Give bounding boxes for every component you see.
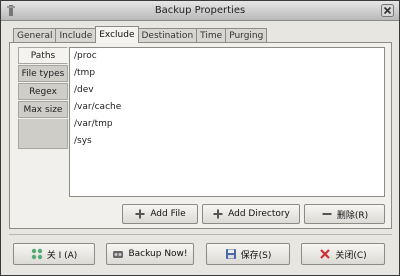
add-file-label: Add File xyxy=(150,209,186,219)
sidebar-item-max-size[interactable]: Max size xyxy=(18,101,68,118)
tab-purging[interactable]: Purging xyxy=(225,28,268,43)
add-directory-label: Add Directory xyxy=(228,209,290,219)
save-icon xyxy=(225,248,237,260)
sidebar-item-paths[interactable]: Paths xyxy=(18,47,68,64)
tab-include[interactable]: Include xyxy=(55,28,97,43)
footer-separator xyxy=(9,234,392,235)
remove-button[interactable]: 删除(R) xyxy=(304,204,385,224)
help-label: 关 I (A) xyxy=(46,250,78,261)
list-item[interactable]: /var/cache xyxy=(70,99,384,116)
backup-now-label: Backup Now! xyxy=(128,249,188,259)
save-label: 保存(S) xyxy=(240,250,272,261)
exclude-sidebar: Paths File types Regex Max size xyxy=(18,47,68,149)
tab-exclude[interactable]: Exclude xyxy=(95,26,139,43)
plus-icon xyxy=(212,208,224,220)
title-bar[interactable]: Backup Properties xyxy=(1,1,399,21)
backup-properties-window: Backup Properties General Include Exclud… xyxy=(0,0,400,276)
tab-general[interactable]: General xyxy=(13,28,57,43)
tab-destination[interactable]: Destination xyxy=(137,28,198,43)
help-button[interactable]: 关 I (A) xyxy=(13,243,95,265)
list-item[interactable]: /sys xyxy=(70,133,384,150)
list-item[interactable]: /tmp xyxy=(70,65,384,82)
backup-now-button[interactable]: Backup Now! xyxy=(106,243,194,265)
add-directory-button[interactable]: Add Directory xyxy=(202,204,300,224)
window-title: Backup Properties xyxy=(154,5,246,16)
sidebar-item-file-types[interactable]: File types xyxy=(18,65,68,82)
window-close-icon[interactable] xyxy=(381,4,394,17)
minus-icon xyxy=(321,208,333,220)
close-label: 关闭(C) xyxy=(335,250,367,261)
list-item[interactable]: /var/tmp xyxy=(70,116,384,133)
excluded-paths-list[interactable]: /proc /tmp /dev /var/cache /var/tmp /sys xyxy=(69,47,385,197)
exclude-panel: Paths File types Regex Max size /proc /t… xyxy=(9,42,392,229)
add-file-button[interactable]: Add File xyxy=(122,204,198,224)
tab-bar: General Include Exclude Destination Time… xyxy=(13,26,268,43)
list-item[interactable]: /dev xyxy=(70,82,384,99)
save-button[interactable]: 保存(S) xyxy=(206,243,290,265)
remove-label: 删除(R) xyxy=(336,210,369,221)
help-icon xyxy=(31,248,43,260)
backup-icon xyxy=(112,248,124,260)
plus-icon xyxy=(134,208,146,220)
sidebar-filler xyxy=(18,119,68,149)
list-item[interactable]: /proc xyxy=(70,48,384,65)
tab-time[interactable]: Time xyxy=(196,28,227,43)
close-icon xyxy=(319,248,331,260)
sidebar-item-regex[interactable]: Regex xyxy=(18,83,68,100)
close-button[interactable]: 关闭(C) xyxy=(301,243,385,265)
